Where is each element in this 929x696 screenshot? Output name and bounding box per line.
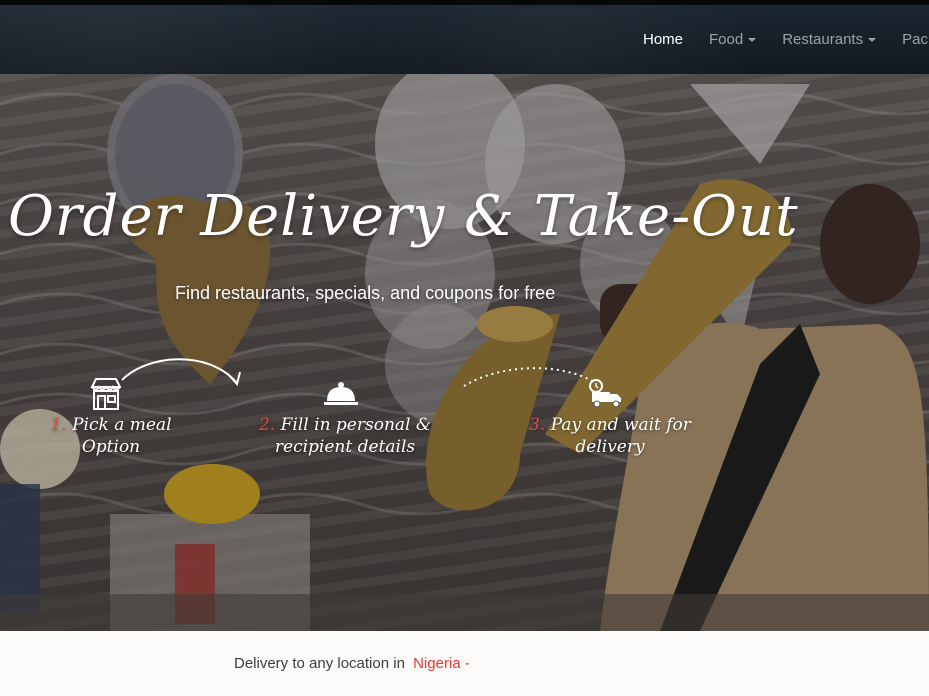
nav-food[interactable]: Food	[709, 31, 757, 48]
hero-subtitle: Find restaurants, specials, and coupons …	[175, 283, 556, 303]
step-3-number: 3.	[529, 415, 546, 435]
nav-pac-label: Pac	[902, 31, 928, 48]
step-2-line1: Fill in personal &	[280, 415, 432, 435]
delivery-truck-icon	[589, 379, 621, 408]
nav-home[interactable]: Home	[643, 31, 683, 48]
step-arrow	[121, 358, 241, 387]
hero-title: Order Delivery & Take-Out	[8, 184, 799, 249]
step-1: 1. Pick a meal Option	[36, 414, 186, 458]
nav-home-label: Home	[643, 31, 684, 48]
nav-pac[interactable]: Pac	[902, 31, 928, 48]
country-selector[interactable]: Nigeria -	[413, 655, 470, 672]
chevron-down-icon	[868, 37, 877, 42]
country-name: Nigeria	[413, 655, 461, 672]
step-3-line2: delivery	[575, 437, 645, 457]
step-1-line1: Pick a meal	[72, 415, 172, 435]
cloche-icon	[324, 382, 358, 405]
hero-banner: Order Delivery & Take-Out Find restauran…	[0, 74, 929, 631]
step-2-number: 2.	[258, 415, 276, 435]
step-2-line2: recipient details	[274, 437, 416, 457]
main-nav: Home Food Restaurants Pac	[643, 31, 929, 48]
chevron-down-icon	[748, 37, 757, 42]
top-navbar: Home Food Restaurants Pac	[0, 0, 929, 74]
hero-overlay	[0, 74, 929, 631]
delivery-location-text: Delivery to any location in Nigeria -	[234, 655, 470, 672]
delivery-strip: Delivery to any location in Nigeria -	[0, 631, 929, 696]
country-dropdown-indicator: -	[464, 655, 470, 672]
step-1-number: 1.	[50, 415, 67, 435]
step-arrow-dotted	[463, 367, 595, 387]
step-3: 3. Pay and wait for delivery	[505, 414, 715, 458]
storefront-icon	[90, 378, 122, 410]
nav-food-label: Food	[709, 31, 744, 48]
step-2: 2. Fill in personal & recipient details	[245, 414, 445, 458]
step-3-line1: Pay and wait for	[550, 415, 691, 435]
nav-restaurants[interactable]: Restaurants	[782, 31, 877, 48]
step-1-line2: Option	[81, 437, 141, 457]
nav-restaurants-label: Restaurants	[782, 31, 864, 48]
delivery-prefix: Delivery to any location in	[234, 655, 405, 672]
